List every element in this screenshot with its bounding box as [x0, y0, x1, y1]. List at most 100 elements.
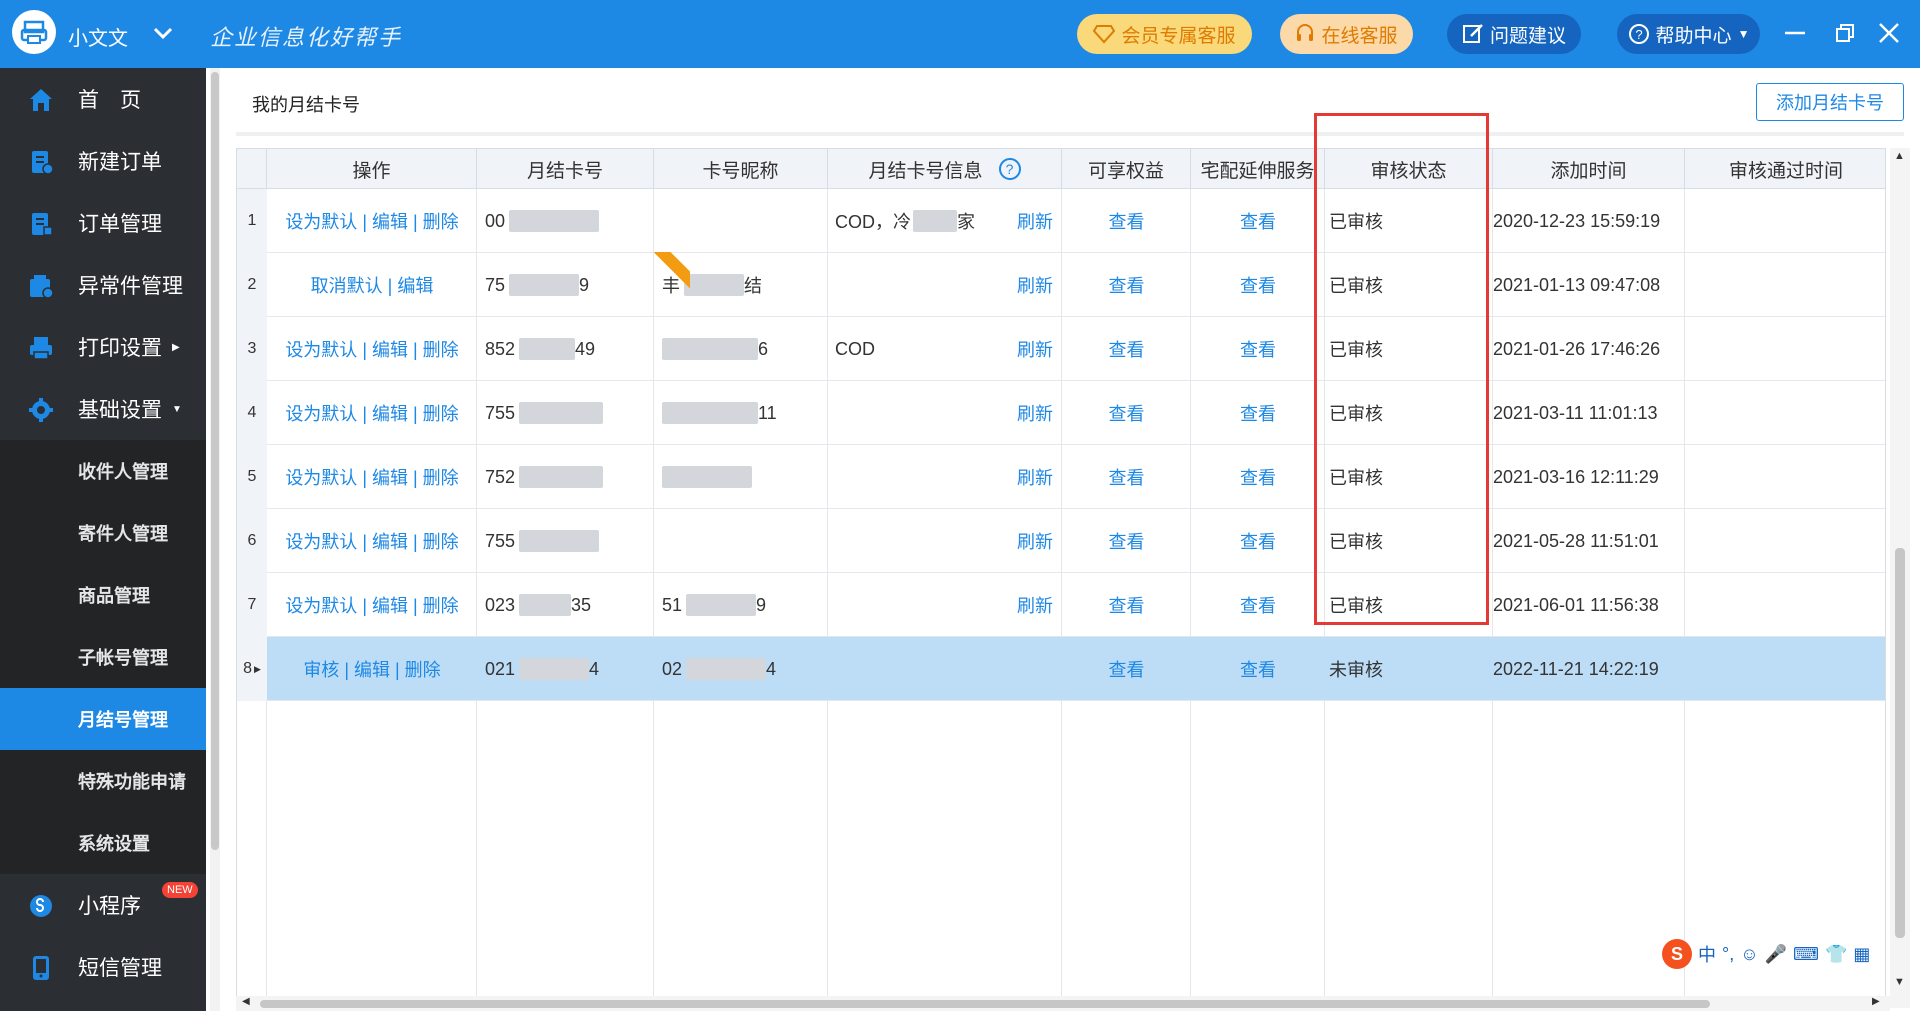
scroll-right-icon[interactable]: ▶	[1872, 996, 1880, 1007]
sidebar-subitem-recipients[interactable]: 收件人管理	[0, 440, 206, 502]
monthly-card-table: 操作 月结卡号 卡号昵称 月结卡号信息 ? 可享权益 宅配延伸服务 审核状态 添…	[236, 148, 1886, 1008]
microphone-icon[interactable]: 🎤	[1765, 944, 1787, 965]
row-actions[interactable]: 设为默认 | 编辑 | 删除	[267, 381, 477, 445]
headset-icon	[1297, 24, 1314, 41]
header-delivery-service[interactable]: 宅配延伸服务	[1191, 149, 1325, 189]
sidebar-item-new-order[interactable]: 新建订单	[0, 130, 206, 192]
delivery-view-link[interactable]: 查看	[1191, 445, 1325, 509]
row-actions[interactable]: 审核 | 编辑 | 删除	[267, 637, 477, 701]
refresh-link[interactable]: 刷新	[1017, 445, 1061, 509]
refresh-link[interactable]: 刷新	[1017, 189, 1061, 253]
row-number: 3	[237, 317, 267, 381]
refresh-link[interactable]: 刷新	[1017, 317, 1061, 381]
help-center-button[interactable]: ? 帮助中心 ▼	[1617, 14, 1760, 54]
delivery-view-link[interactable]: 查看	[1191, 509, 1325, 573]
header-card-nickname[interactable]: 卡号昵称	[654, 149, 828, 189]
table-row[interactable]: 1 设为默认 | 编辑 | 删除 00 COD，冷家 刷新 查看 查看 已审核 …	[237, 189, 1885, 253]
row-actions[interactable]: 设为默认 | 编辑 | 删除	[267, 189, 477, 253]
sidebar-subitem-system-settings[interactable]: 系统设置	[0, 812, 206, 874]
sidebar-item-home[interactable]: 首 页	[0, 68, 206, 130]
restore-icon[interactable]	[1828, 16, 1862, 50]
header-passed-time[interactable]: 审核通过时间	[1685, 149, 1885, 189]
delivery-view-link[interactable]: 查看	[1191, 573, 1325, 637]
vip-service-button[interactable]: 会员专属客服	[1077, 14, 1252, 54]
rights-view-link[interactable]: 查看	[1062, 637, 1191, 701]
delivery-view-link[interactable]: 查看	[1191, 381, 1325, 445]
row-actions[interactable]: 设为默认 | 编辑 | 删除	[267, 445, 477, 509]
add-monthly-card-button[interactable]: 添加月结卡号	[1756, 83, 1904, 121]
header-card-info[interactable]: 月结卡号信息 ?	[828, 149, 1062, 189]
horizontal-scrollbar-thumb[interactable]	[260, 1000, 1710, 1008]
header-actions[interactable]: 操作	[267, 149, 477, 189]
rights-view-link[interactable]: 查看	[1062, 509, 1191, 573]
scroll-left-icon[interactable]: ◀	[242, 996, 250, 1007]
sidebar-subitem-products[interactable]: 商品管理	[0, 564, 206, 626]
redacted-block	[519, 338, 576, 360]
refresh-link[interactable]: 刷新	[1017, 253, 1061, 317]
table-row[interactable]: 6 设为默认 | 编辑 | 删除 755 刷新 查看 查看 已审核 2021-0…	[237, 509, 1885, 573]
row-actions[interactable]: 设为默认 | 编辑 | 删除	[267, 317, 477, 381]
sidebar-item-basic-settings[interactable]: 基础设置 ▼	[0, 378, 206, 440]
sidebar-scrollbar[interactable]	[210, 68, 220, 1011]
sidebar-subitem-senders[interactable]: 寄件人管理	[0, 502, 206, 564]
sidebar-subitem-special-functions[interactable]: 特殊功能申请	[0, 750, 206, 812]
row-actions[interactable]: 取消默认 | 编辑	[267, 253, 477, 317]
rights-view-link[interactable]: 查看	[1062, 573, 1191, 637]
ime-language[interactable]: 中	[1698, 941, 1716, 967]
question-circle-icon[interactable]: ?	[998, 158, 1021, 180]
suggestion-button[interactable]: 问题建议	[1447, 14, 1581, 54]
delivery-view-link[interactable]: 查看	[1191, 189, 1325, 253]
online-service-button[interactable]: 在线客服	[1280, 14, 1413, 54]
rights-view-link[interactable]: 查看	[1062, 445, 1191, 509]
refresh-link[interactable]: 刷新	[1017, 509, 1061, 573]
page-title: 我的月结卡号	[252, 95, 360, 115]
table-horizontal-scrollbar[interactable]: ◀ ▶	[236, 996, 1890, 1011]
table-row[interactable]: 2 取消默认 | 编辑 75 9 丰结 刷新 查看 查看 已审核 2021-01-…	[237, 253, 1885, 317]
sidebar-item-mini-program[interactable]: 小程序 NEW	[0, 874, 206, 936]
user-name[interactable]: 小文文	[68, 22, 128, 51]
refresh-link[interactable]: 刷新	[1017, 573, 1061, 637]
grid-menu-icon[interactable]: ▦	[1853, 944, 1870, 965]
vertical-scrollbar-thumb[interactable]	[1895, 548, 1905, 938]
added-time: 2021-05-28 11:51:01	[1493, 530, 1659, 551]
rights-view-link[interactable]: 查看	[1062, 189, 1191, 253]
table-vertical-scrollbar[interactable]: ▲ ▼	[1890, 148, 1910, 1008]
scroll-down-icon[interactable]: ▼	[1894, 976, 1905, 988]
sidebar-subitem-monthly-accounts[interactable]: 月结号管理	[0, 688, 206, 750]
row-actions[interactable]: 设为默认 | 编辑 | 删除	[267, 509, 477, 573]
rights-view-link[interactable]: 查看	[1062, 253, 1191, 317]
keyboard-icon[interactable]: ⌨	[1793, 944, 1819, 965]
refresh-link[interactable]	[1017, 637, 1061, 701]
header-card-number[interactable]: 月结卡号	[477, 149, 654, 189]
sidebar-item-print-settings[interactable]: 打印设置 ▶	[0, 316, 206, 378]
chevron-down-icon[interactable]	[150, 20, 176, 46]
table-row[interactable]: 7 设为默认 | 编辑 | 删除 023 35 51 9 刷新 查看 查看 已审核 …	[237, 573, 1885, 637]
row-number: 6	[237, 509, 267, 573]
header-rights[interactable]: 可享权益	[1062, 149, 1191, 189]
table-row[interactable]: 4 设为默认 | 编辑 | 删除 755 11 刷新 查看 查看 已审核 202…	[237, 381, 1885, 445]
emoji-icon[interactable]: ☺	[1740, 944, 1758, 965]
sidebar-scrollbar-thumb[interactable]	[211, 72, 219, 850]
rights-view-link[interactable]: 查看	[1062, 381, 1191, 445]
sidebar-item-order-management[interactable]: 订单管理	[0, 192, 206, 254]
table-row[interactable]: 3 设为默认 | 编辑 | 删除 852 49 6 COD 刷新 查看 查看 已审…	[237, 317, 1885, 381]
delivery-view-link[interactable]: 查看	[1191, 637, 1325, 701]
sidebar-subitem-sub-accounts[interactable]: 子帐号管理	[0, 626, 206, 688]
refresh-link[interactable]: 刷新	[1017, 381, 1061, 445]
table-row-selected[interactable]: 8 ▶ 审核 | 编辑 | 删除 021 4 02 4 查看 查看 未审核 2022-…	[237, 637, 1885, 701]
sidebar-item-sms[interactable]: 短信管理	[0, 936, 206, 998]
header-added-time[interactable]: 添加时间	[1493, 149, 1685, 189]
minimize-icon[interactable]	[1778, 16, 1812, 50]
sidebar-subitem-label: 特殊功能申请	[78, 772, 186, 792]
sidebar-item-exception[interactable]: 异常件管理	[0, 254, 206, 316]
row-actions[interactable]: 设为默认 | 编辑 | 删除	[267, 573, 477, 637]
table-row[interactable]: 5 设为默认 | 编辑 | 删除 752 刷新 查看 查看 已审核 2021-0…	[237, 445, 1885, 509]
scroll-up-icon[interactable]: ▲	[1894, 150, 1905, 162]
close-icon[interactable]	[1872, 16, 1906, 50]
skin-icon[interactable]: 👕	[1825, 944, 1847, 965]
delivery-view-link[interactable]: 查看	[1191, 317, 1325, 381]
rights-view-link[interactable]: 查看	[1062, 317, 1191, 381]
sogou-ime-icon[interactable]: S	[1662, 939, 1692, 969]
delivery-view-link[interactable]: 查看	[1191, 253, 1325, 317]
punctuation-icon[interactable]: °,	[1722, 944, 1734, 965]
